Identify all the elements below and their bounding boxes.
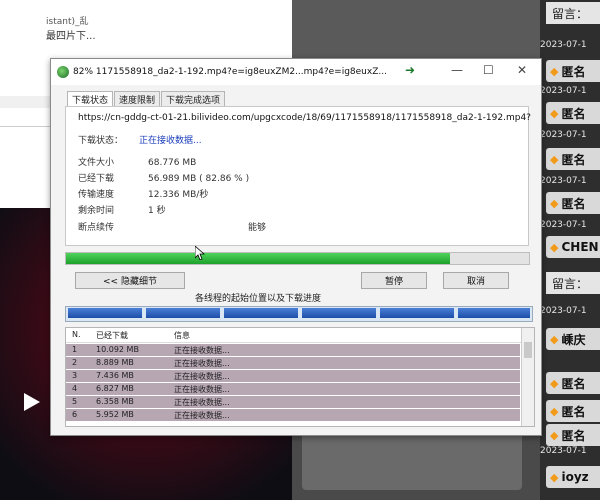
minimize-icon[interactable]: — [451, 63, 463, 77]
background-note: istant)_乱 [46, 17, 89, 27]
thread-segment [68, 308, 142, 318]
comment-date: 2023-07-1 [540, 86, 587, 96]
status-value: 正在接收数据... [139, 136, 202, 146]
download-status: 下载状态： 正在接收数据... [78, 133, 202, 146]
threads-table: N. 已经下载 信息 1 10.092 MB 正在接收数据... 2 8.889 MB… [65, 327, 535, 427]
table-row[interactable]: 3 7.436 MB 正在接收数据... [66, 370, 520, 382]
stat-time-left: 剩余时间 1 秒 [78, 206, 166, 216]
comment-author[interactable]: ◆ 匿名 [546, 424, 600, 446]
stat-speed: 传输速度 12.336 MB/秒 [78, 190, 209, 200]
maximize-icon[interactable]: ☐ [483, 63, 494, 77]
segments-label: 各线程的起始位置以及下载进度 [195, 294, 322, 304]
status-panel: https://cn-gddg-ct-01-21.bilivideo.com/u… [65, 106, 531, 246]
download-progress-fill [66, 253, 450, 264]
thread-segment [458, 308, 530, 318]
stat-downloaded: 已经下载 56.989 MB ( 82.86 % ) [78, 174, 250, 184]
rainbow-logo-icon: ◆ [550, 428, 559, 442]
close-icon[interactable]: ✕ [517, 63, 527, 77]
comment-author[interactable]: ◆ 匿名 [546, 192, 600, 214]
stat-resume: 断点续传 能够 [78, 223, 267, 233]
comment-author[interactable]: ◆ CHEN [546, 236, 600, 258]
comment-date: 2023-07-1 [540, 446, 587, 456]
column-header-downloaded[interactable]: 已经下载 [96, 330, 128, 341]
rainbow-logo-icon: ◆ [550, 470, 559, 484]
tab-completion-options[interactable]: 下载完成选项 [161, 91, 226, 106]
rainbow-logo-icon: ◆ [550, 152, 559, 166]
column-header-n[interactable]: N. [72, 330, 81, 339]
download-progress-bar [65, 252, 530, 265]
rainbow-logo-icon: ◆ [550, 106, 559, 120]
comment-date: 2023-07-1 [540, 176, 587, 186]
arrow-icon: ➜ [405, 63, 416, 77]
table-row[interactable]: 2 8.889 MB 正在接收数据... [66, 357, 520, 369]
comment-author[interactable]: ◆ ioyz [546, 466, 600, 488]
table-row[interactable]: 1 10.092 MB 正在接收数据... [66, 344, 520, 356]
comment-author[interactable]: ◆ 嵊庆 [546, 328, 600, 350]
background-note: 最四片下... [46, 31, 96, 42]
tab-speed-limit[interactable]: 速度限制 [114, 91, 161, 106]
comment-author[interactable]: ◆ 匿名 [546, 102, 600, 124]
column-header-info[interactable]: 信息 [174, 330, 190, 341]
table-header: N. 已经下载 信息 [66, 328, 534, 343]
hide-details-button[interactable]: << 隐藏细节 [75, 272, 185, 289]
rainbow-logo-icon: ◆ [550, 240, 559, 254]
download-dialog: 82% 1171558918_da2-1-192.mp4?e=ig8euxZM2… [50, 58, 542, 436]
play-icon[interactable] [16, 388, 44, 416]
thread-segment [302, 308, 376, 318]
comment-author[interactable]: ◆ 匿名 [546, 148, 600, 170]
rainbow-logo-icon: ◆ [550, 404, 559, 418]
table-row[interactable]: 6 5.952 MB 正在接收数据... [66, 409, 520, 421]
comment-panel: 留言： 2023-07-1 ◆ 匿名 2023-07-1 ◆ 匿名 2023-07-… [540, 0, 600, 500]
pause-button[interactable]: 暂停 [361, 272, 427, 289]
rainbow-logo-icon: ◆ [550, 332, 559, 346]
download-url: https://cn-gddg-ct-01-21.bilivideo.com/u… [78, 113, 531, 123]
mouse-cursor-icon [195, 246, 205, 260]
table-row[interactable]: 4 6.827 MB 正在接收数据... [66, 383, 520, 395]
rainbow-logo-icon: ◆ [550, 64, 559, 78]
title-bar[interactable]: 82% 1171558918_da2-1-192.mp4?e=ig8euxZM2… [51, 59, 541, 85]
thread-segments-bar [65, 306, 533, 322]
comment-author[interactable]: ◆ 匿名 [546, 372, 600, 394]
comment-author[interactable]: ◆ 匿名 [546, 60, 600, 82]
table-row[interactable]: 5 6.358 MB 正在接收数据... [66, 396, 520, 408]
app-globe-icon [57, 66, 69, 78]
comment-author[interactable]: ◆ 匿名 [546, 400, 600, 422]
comment-date: 2023-07-1 [540, 130, 587, 140]
rainbow-logo-icon: ◆ [550, 376, 559, 390]
stat-file-size: 文件大小 68.776 MB [78, 158, 197, 168]
rainbow-logo-icon: ◆ [550, 196, 559, 210]
window-title: 82% 1171558918_da2-1-192.mp4?e=ig8euxZM2… [73, 67, 387, 77]
thread-segment [224, 308, 298, 318]
comment-date: 2023-07-1 [540, 220, 587, 230]
table-scrollbar[interactable] [521, 328, 534, 426]
status-label: 下载状态： [78, 136, 124, 146]
thread-segment [380, 308, 454, 318]
comment-label: 留言： [546, 2, 600, 24]
background-dark-card [302, 430, 522, 490]
cancel-button[interactable]: 取消 [443, 272, 509, 289]
thread-segment [146, 308, 220, 318]
tab-bar: 下载状态 速度限制 下载完成选项 [67, 91, 226, 106]
scrollbar-thumb[interactable] [524, 342, 532, 358]
comment-date: 2023-07-1 [540, 306, 587, 316]
comment-label: 留言： [546, 272, 600, 294]
comment-date: 2023-07-1 [540, 40, 587, 50]
tab-download-status[interactable]: 下载状态 [67, 91, 114, 106]
